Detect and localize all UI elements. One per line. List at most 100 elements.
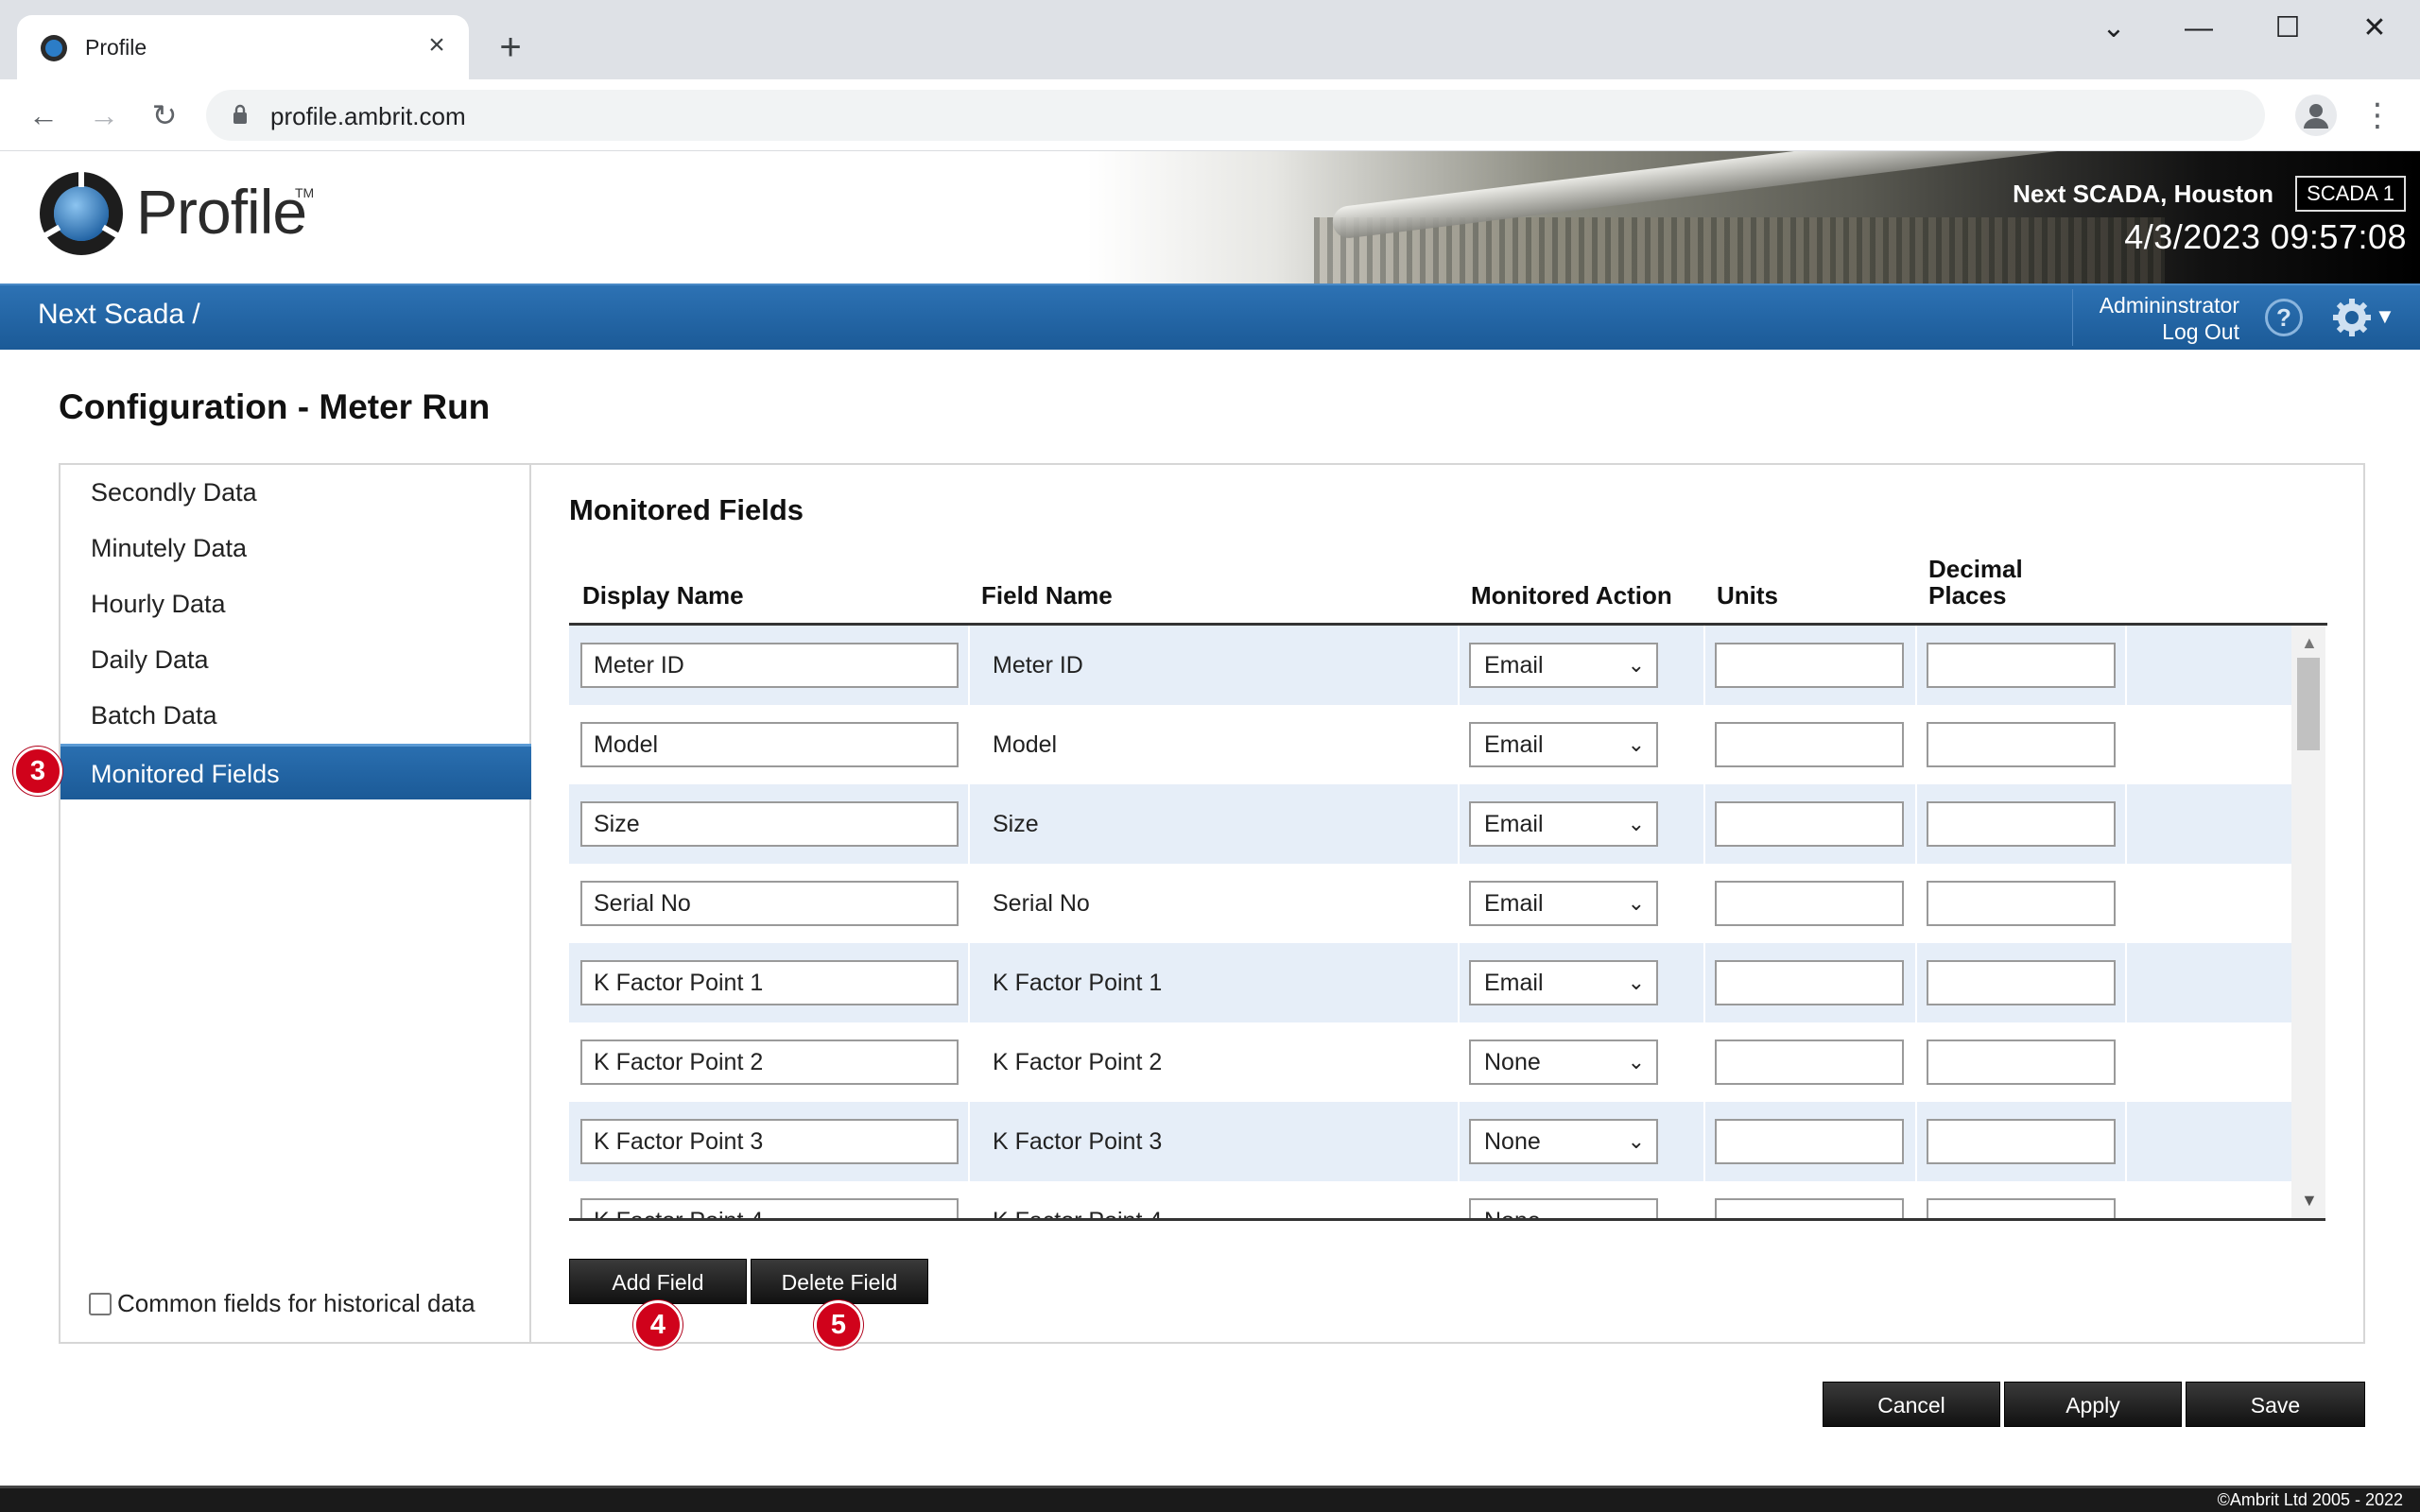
browser-menu-icon[interactable]: ⋮	[2361, 94, 2394, 136]
monitored-action-select[interactable]: Email ⌄	[1469, 881, 1658, 926]
sidebar-item-daily-data[interactable]: Daily Data	[60, 632, 531, 688]
units-input[interactable]	[1715, 960, 1904, 1005]
monitored-action-select[interactable]: None ⌄	[1469, 1198, 1658, 1221]
sidebar-item-secondly-data[interactable]: Secondly Data	[60, 465, 531, 521]
scroll-down-icon[interactable]: ▼	[2301, 1191, 2318, 1211]
table-row: K Factor Point 4 K Factor Point 4 None ⌄	[569, 1181, 2291, 1221]
decimal-places-input[interactable]	[1927, 1119, 2116, 1164]
col-decimal-places: Decimal Places	[1928, 555, 2023, 610]
units-input[interactable]	[1715, 1040, 1904, 1085]
monitored-action-select[interactable]: Email ⌄	[1469, 801, 1658, 847]
field-name-cell: Meter ID	[993, 652, 1083, 679]
display-name-input[interactable]: Model	[580, 722, 959, 767]
common-fields-checkbox[interactable]	[89, 1293, 112, 1315]
col-field-name: Field Name	[981, 581, 1113, 610]
table-row: K Factor Point 1 K Factor Point 1 Email ⌄	[569, 943, 2291, 1022]
browser-tab[interactable]: Profile ×	[17, 15, 469, 79]
col-display-name: Display Name	[582, 581, 744, 610]
table-scrollbar[interactable]: ▲ ▼	[2291, 626, 2325, 1218]
chevron-down-icon: ⌄	[1627, 1050, 1645, 1074]
field-name-cell: Serial No	[993, 890, 1090, 917]
monitored-action-select[interactable]: Email ⌄	[1469, 643, 1658, 688]
window-close-icon[interactable]: ✕	[2346, 9, 2403, 47]
display-name-input[interactable]: Meter ID	[580, 643, 959, 688]
logo-text: Profile	[136, 177, 307, 247]
chevron-down-icon: ⌄	[1627, 1209, 1645, 1221]
main-navbar: Next Scada / Admininstrator Log Out ? ▼	[0, 284, 2420, 350]
save-button[interactable]: Save	[2186, 1382, 2365, 1427]
settings-gear-icon[interactable]	[2331, 297, 2373, 338]
decimal-places-input[interactable]	[1927, 1198, 2116, 1218]
chevron-down-icon: ⌄	[1627, 891, 1645, 915]
company-name: Next SCADA, Houston	[2013, 180, 2273, 208]
logout-link[interactable]: Log Out	[2162, 319, 2239, 345]
decimal-places-input[interactable]	[1927, 643, 2116, 688]
table-row: Meter ID Meter ID Email ⌄	[569, 626, 2291, 705]
scrollbar-thumb[interactable]	[2297, 658, 2320, 750]
account-icon[interactable]	[2295, 94, 2337, 136]
table-row: Model Model Email ⌄	[569, 705, 2291, 784]
units-input[interactable]	[1715, 643, 1904, 688]
logo-trademark: TM	[295, 185, 315, 200]
config-sidebar: Secondly Data Minutely Data Hourly Data …	[60, 465, 531, 1342]
cancel-button[interactable]: Cancel	[1823, 1382, 2000, 1427]
units-input[interactable]	[1715, 1119, 1904, 1164]
display-name-input[interactable]: Size	[580, 801, 959, 847]
settings-caret-icon[interactable]: ▼	[2375, 304, 2395, 329]
reload-icon[interactable]: ↻	[144, 94, 185, 136]
close-tab-icon[interactable]: ×	[420, 28, 454, 62]
display-name-input[interactable]: K Factor Point 1	[580, 960, 959, 1005]
monitored-fields-title: Monitored Fields	[569, 493, 804, 526]
chevron-down-icon: ⌄	[1627, 732, 1645, 756]
minimize-icon[interactable]: —	[2170, 9, 2227, 47]
apply-button[interactable]: Apply	[2004, 1382, 2182, 1427]
decimal-places-input[interactable]	[1927, 1040, 2116, 1085]
sidebar-item-monitored-fields[interactable]: Monitored Fields	[60, 744, 531, 799]
units-input[interactable]	[1715, 722, 1904, 767]
field-name-cell: Size	[993, 811, 1039, 837]
col-monitored-action: Monitored Action	[1471, 581, 1672, 610]
maximize-icon[interactable]: ☐	[2259, 9, 2316, 47]
delete-field-button[interactable]: Delete Field	[751, 1259, 928, 1304]
field-name-cell: K Factor Point 3	[993, 1128, 1163, 1155]
display-name-input[interactable]: K Factor Point 3	[580, 1119, 959, 1164]
navbar-divider	[2072, 289, 2073, 346]
monitored-action-select[interactable]: None ⌄	[1469, 1119, 1658, 1164]
breadcrumb[interactable]: Next Scada /	[38, 299, 200, 331]
sidebar-item-minutely-data[interactable]: Minutely Data	[60, 521, 531, 576]
display-name-input[interactable]: K Factor Point 2	[580, 1040, 959, 1085]
page-title: Configuration - Meter Run	[59, 387, 491, 426]
new-tab-icon[interactable]: +	[492, 28, 529, 66]
help-icon[interactable]: ?	[2265, 299, 2303, 336]
decimal-places-input[interactable]	[1927, 801, 2116, 847]
back-icon[interactable]: ←	[23, 94, 64, 136]
chevron-down-icon: ⌄	[1627, 1129, 1645, 1153]
table-row: Size Size Email ⌄	[569, 784, 2291, 864]
forward-icon[interactable]: →	[83, 94, 125, 136]
footer-bar: ©Ambrit Ltd 2005 - 2022	[0, 1486, 2420, 1512]
tab-search-icon[interactable]: ⌄	[2085, 9, 2142, 47]
decimal-places-input[interactable]	[1927, 881, 2116, 926]
user-name: Admininstrator	[2099, 293, 2239, 318]
sidebar-item-batch-data[interactable]: Batch Data	[60, 688, 531, 744]
monitored-action-select[interactable]: Email ⌄	[1469, 960, 1658, 1005]
units-input[interactable]	[1715, 1198, 1904, 1218]
url-text: profile.ambrit.com	[270, 102, 466, 130]
display-name-input[interactable]: Serial No	[580, 881, 959, 926]
monitored-action-select[interactable]: Email ⌄	[1469, 722, 1658, 767]
fields-table-body: Meter ID Meter ID Email ⌄ Model Model Ema…	[569, 626, 2325, 1221]
callout-badge-3: 3	[13, 747, 62, 796]
fields-table-header: Display Name Field Name Monitored Action…	[569, 548, 2327, 626]
units-input[interactable]	[1715, 881, 1904, 926]
address-bar[interactable]: profile.ambrit.com	[206, 90, 2265, 141]
decimal-places-input[interactable]	[1927, 960, 2116, 1005]
units-input[interactable]	[1715, 801, 1904, 847]
sidebar-item-hourly-data[interactable]: Hourly Data	[60, 576, 531, 632]
monitored-action-select[interactable]: None ⌄	[1469, 1040, 1658, 1085]
decimal-places-input[interactable]	[1927, 722, 2116, 767]
app-header: Profile TM Next SCADA, Houston SCADA 1 4…	[0, 151, 2420, 284]
display-name-input[interactable]: K Factor Point 4	[580, 1198, 959, 1218]
scroll-up-icon[interactable]: ▲	[2301, 633, 2318, 653]
callout-badge-4: 4	[633, 1300, 683, 1349]
add-field-button[interactable]: Add Field	[569, 1259, 747, 1304]
